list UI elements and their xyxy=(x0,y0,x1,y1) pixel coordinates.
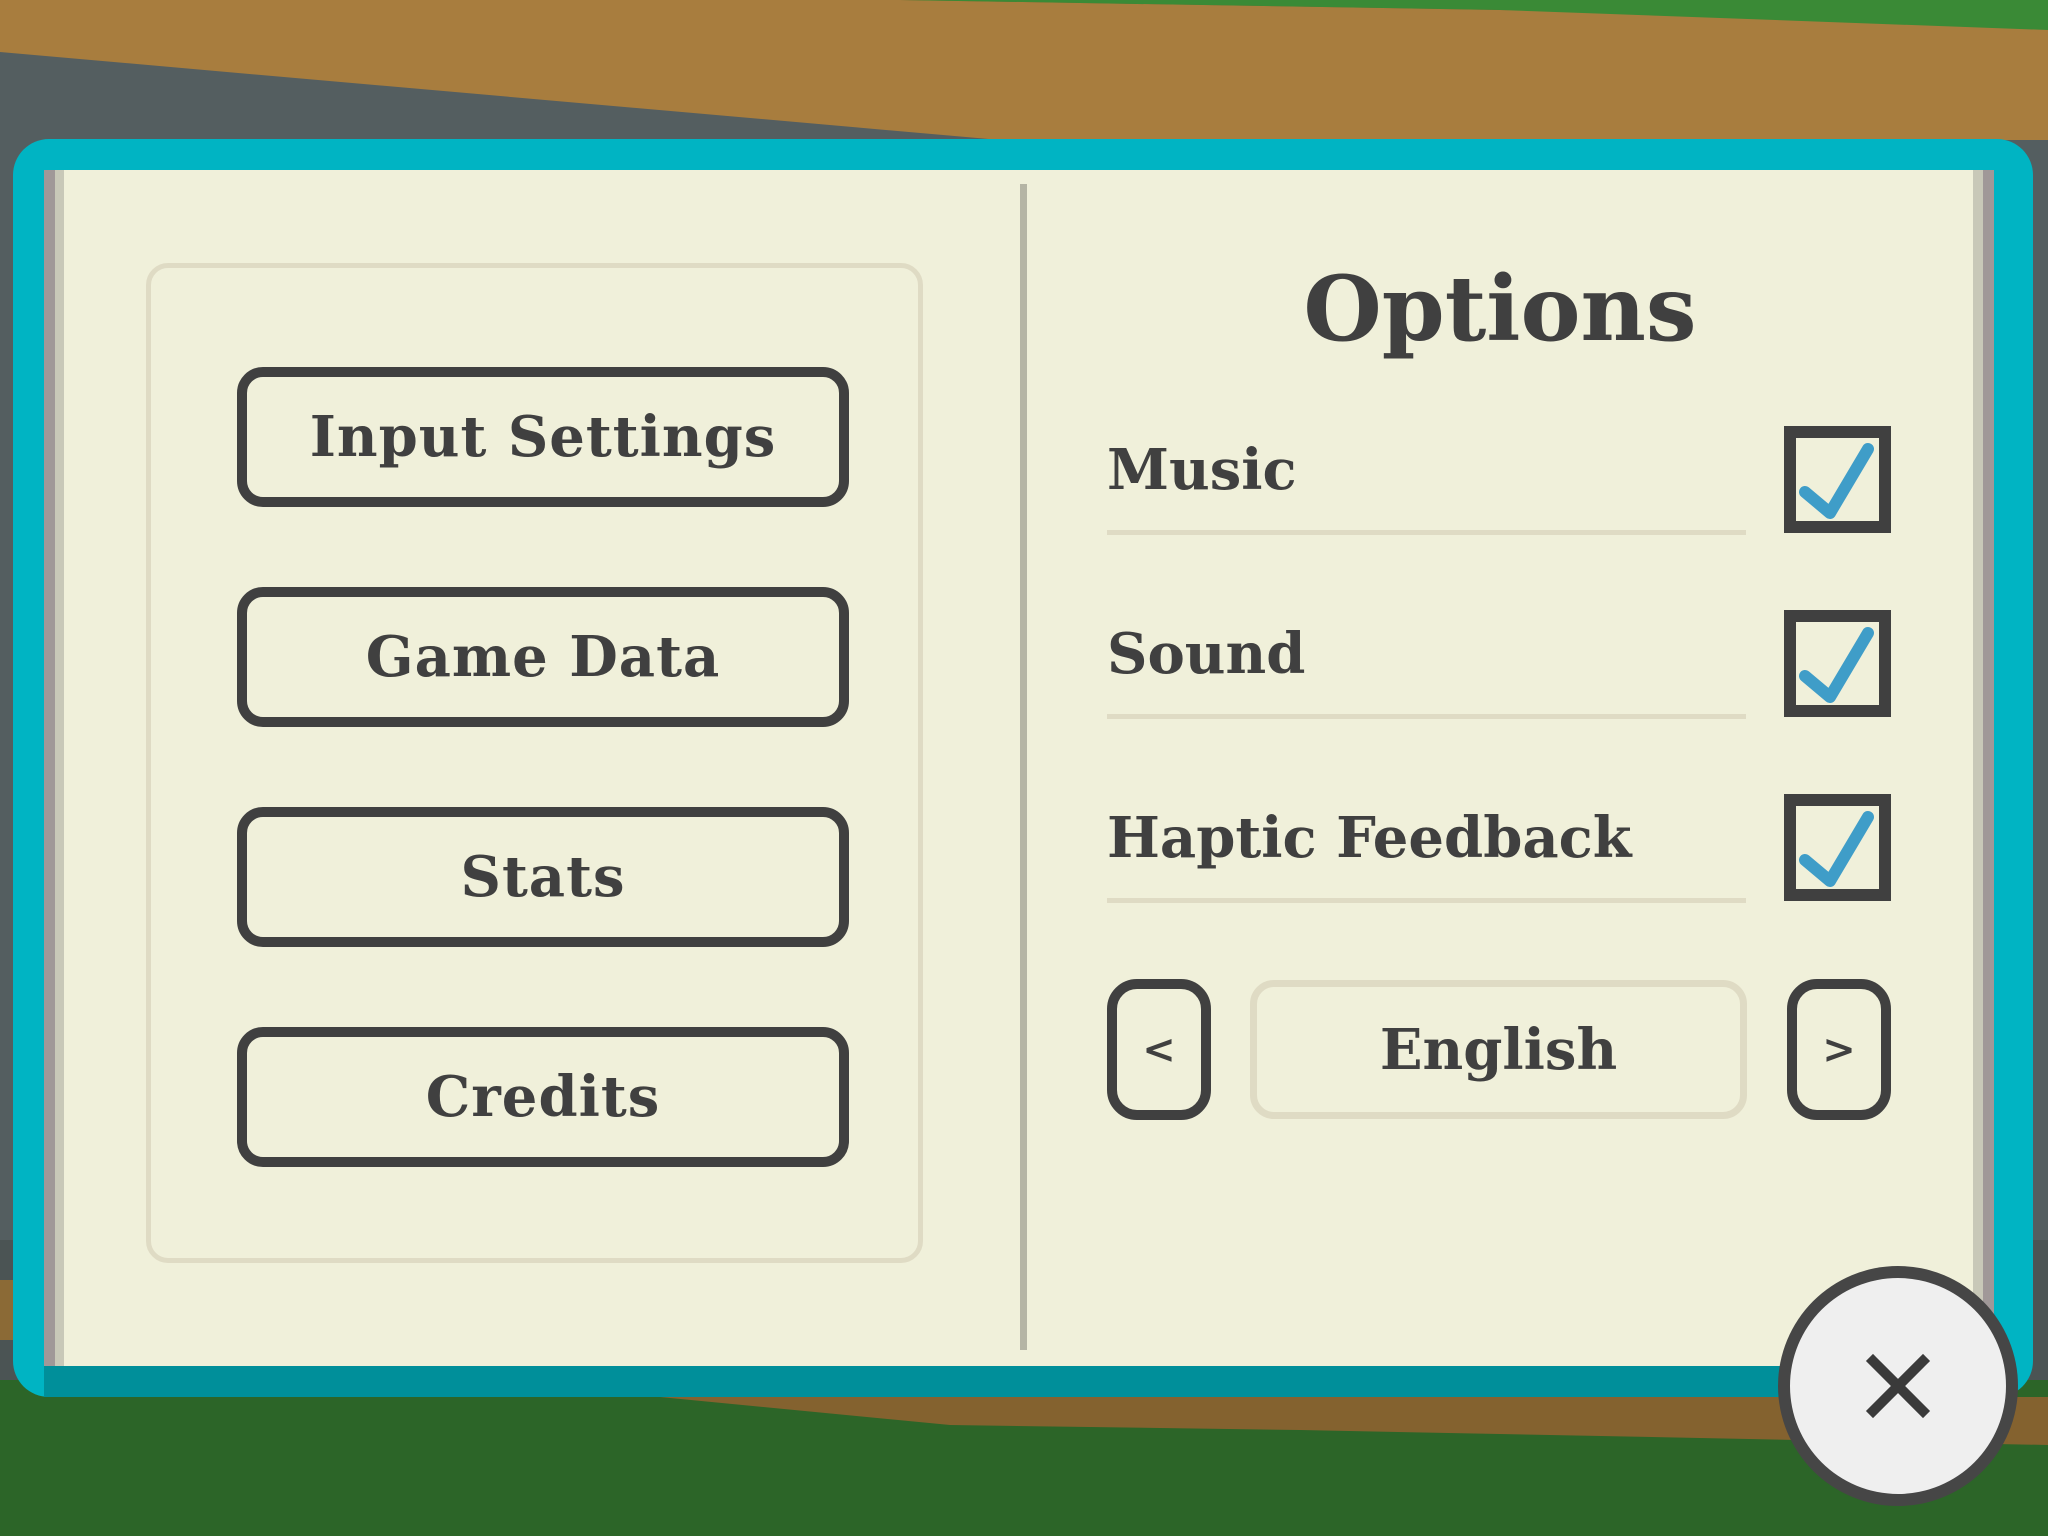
haptic-feedback-label: Haptic Feedback xyxy=(1107,805,1632,871)
book-spine xyxy=(1020,184,1027,1350)
options-title: Options xyxy=(1303,256,1697,362)
sound-checkbox[interactable] xyxy=(1784,610,1891,717)
music-label: Music xyxy=(1107,437,1297,503)
close-button[interactable] xyxy=(1778,1266,2018,1506)
language-value: English xyxy=(1250,980,1747,1119)
row-divider xyxy=(1107,530,1746,535)
stats-button[interactable]: Stats xyxy=(237,807,849,947)
game-data-button[interactable]: Game Data xyxy=(237,587,849,727)
music-row: Music xyxy=(1107,437,1747,535)
checkmark-icon xyxy=(1799,627,1874,703)
credits-button[interactable]: Credits xyxy=(237,1027,849,1167)
close-icon xyxy=(1865,1353,1931,1419)
row-divider xyxy=(1107,898,1746,903)
checkmark-icon xyxy=(1799,811,1874,887)
row-divider xyxy=(1107,714,1746,719)
checkmark-icon xyxy=(1799,443,1874,519)
language-prev-button[interactable]: < xyxy=(1107,979,1211,1120)
music-checkbox[interactable] xyxy=(1784,426,1891,533)
sound-label: Sound xyxy=(1107,621,1306,687)
haptic-feedback-checkbox[interactable] xyxy=(1784,794,1891,901)
sound-row: Sound xyxy=(1107,621,1747,719)
language-next-button[interactable]: > xyxy=(1787,979,1891,1120)
input-settings-button[interactable]: Input Settings xyxy=(237,367,849,507)
haptic-feedback-row: Haptic Feedback xyxy=(1107,805,1747,903)
